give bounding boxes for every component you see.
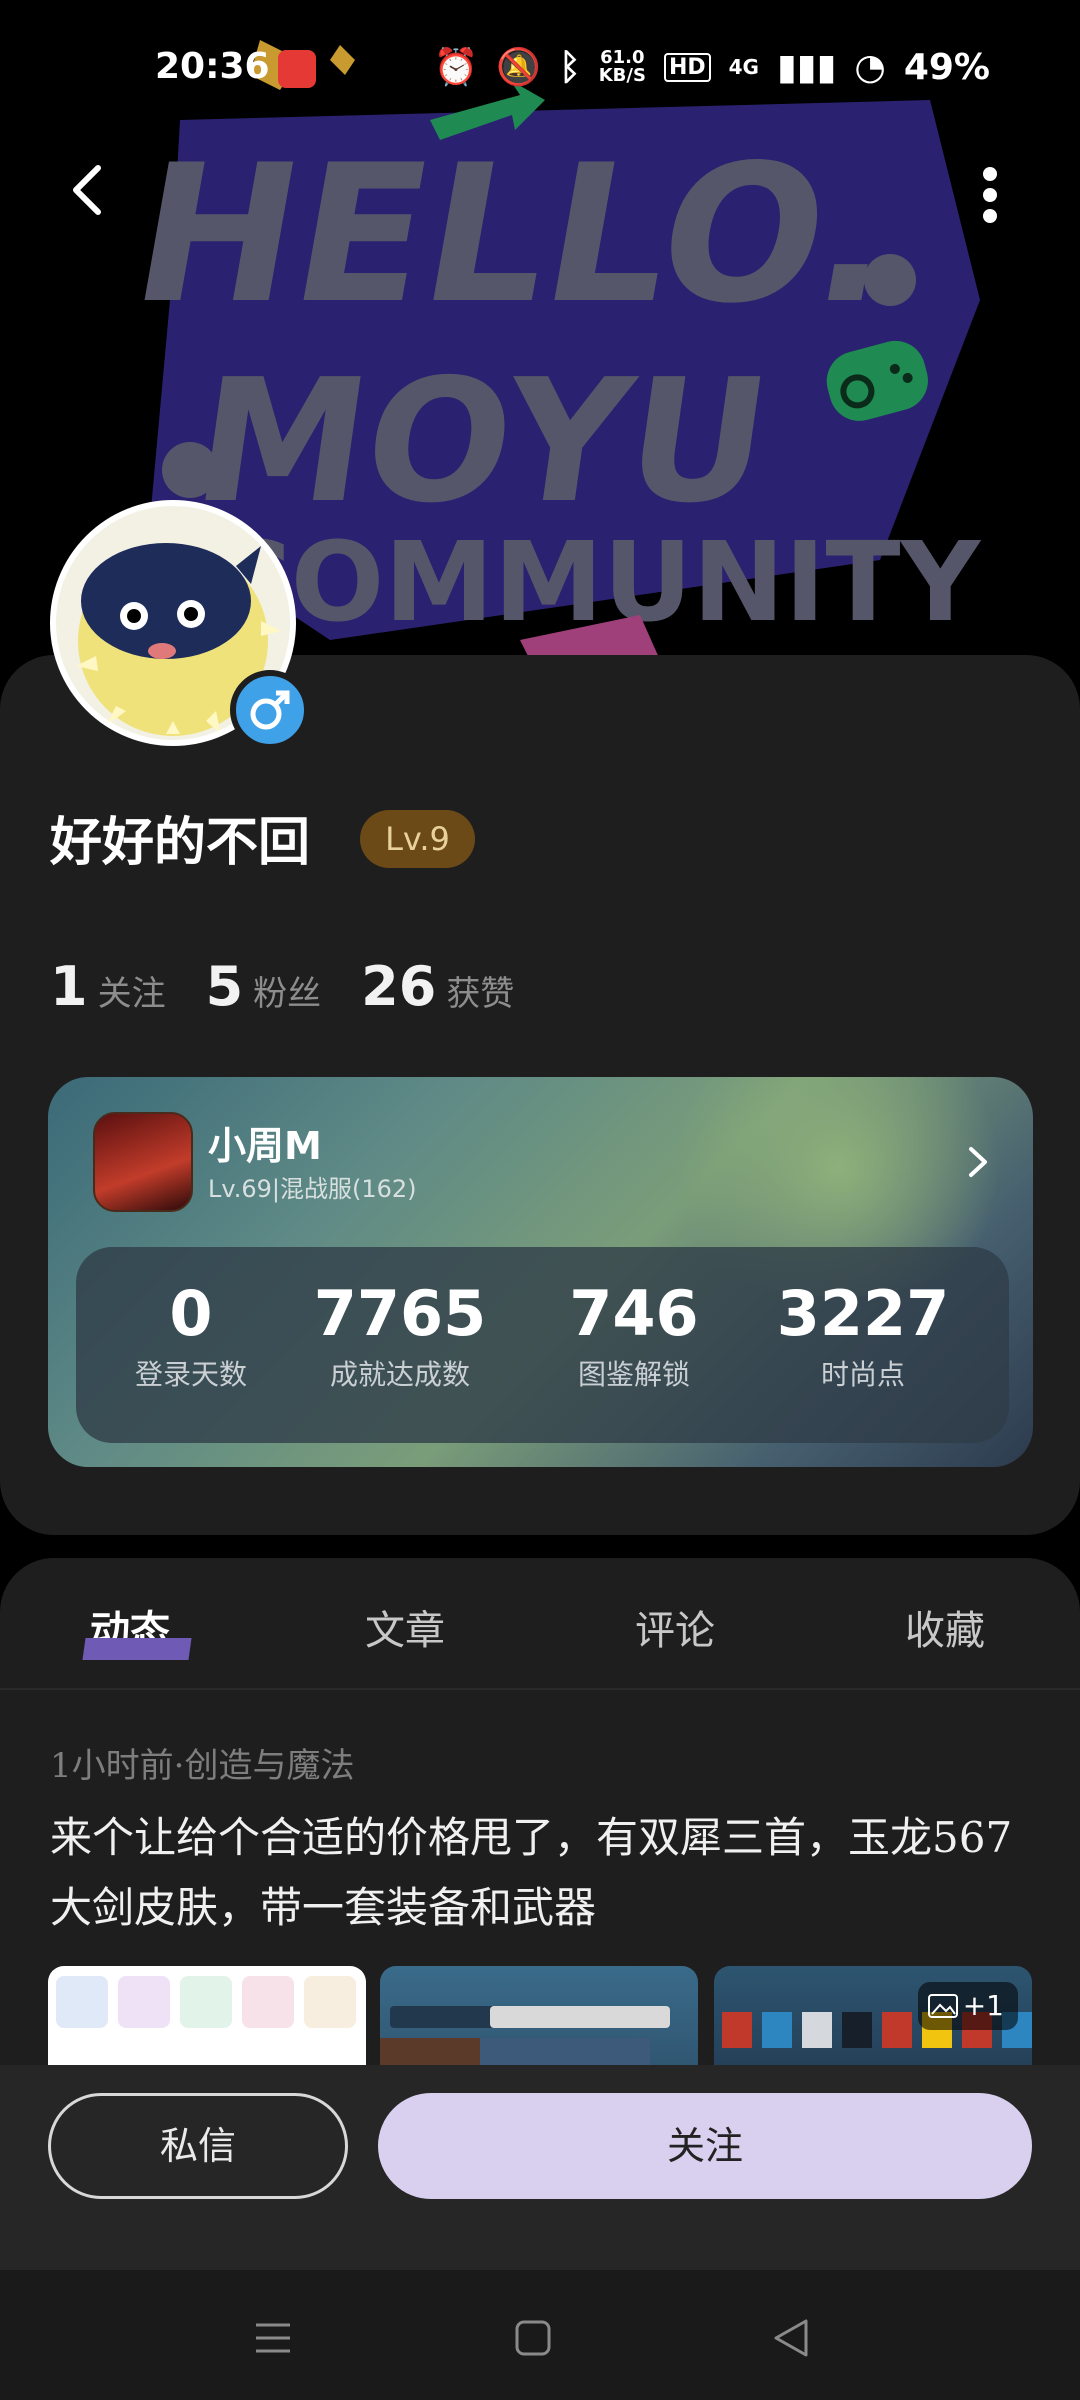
app-notification-icon bbox=[278, 50, 316, 88]
stat-login-days: 0 登录天数 bbox=[76, 1281, 306, 1393]
tab-bar: 动态 文章 评论 收藏 bbox=[0, 1558, 1080, 1690]
active-tab-indicator bbox=[82, 1638, 192, 1660]
more-options-button[interactable] bbox=[960, 160, 1020, 230]
chevron-left-icon bbox=[73, 165, 101, 215]
male-icon bbox=[250, 690, 290, 730]
bluetooth-icon: ᛒ bbox=[559, 46, 581, 88]
level-badge: Lv.9 bbox=[360, 810, 475, 868]
stat-value: 7765 bbox=[313, 1277, 487, 1350]
banner-line2: MOYU bbox=[184, 343, 781, 541]
stat-value: 746 bbox=[569, 1277, 699, 1350]
stat-achievements: 7765 成就达成数 bbox=[285, 1281, 515, 1393]
image-icon bbox=[928, 1994, 958, 2018]
alarm-icon: ⏰ bbox=[433, 47, 479, 88]
tab-articles[interactable]: 文章 bbox=[365, 1598, 445, 1656]
stat-value: 0 bbox=[169, 1277, 213, 1350]
post-text[interactable]: 来个让给个合适的价格甩了，有双犀三首，玉龙567大剑皮肤，带一套装备和武器 bbox=[50, 1803, 1030, 1943]
status-indicators: ⏰ 🔕 ᛒ 61.0 KB/S HD 4G ▮▮▮ ◔ 49% bbox=[433, 46, 990, 89]
gender-male-badge bbox=[230, 670, 310, 750]
stat-fashion: 3227 时尚点 bbox=[748, 1281, 978, 1393]
back-triangle-icon[interactable] bbox=[768, 2315, 814, 2361]
game-character-name: 小周M bbox=[208, 1124, 322, 1168]
stat-collection: 746 图鉴解锁 bbox=[519, 1281, 749, 1393]
battery-percent: 49% bbox=[903, 46, 990, 88]
status-time: 20:36 bbox=[155, 46, 270, 87]
followers-count[interactable]: 5 bbox=[206, 955, 244, 1018]
banner-line1: HELLO. bbox=[119, 124, 912, 345]
more-images-count: +1 bbox=[962, 1989, 1004, 2022]
mute-icon: 🔕 bbox=[496, 47, 542, 88]
follow-button[interactable]: 关注 bbox=[378, 2093, 1032, 2199]
message-button[interactable]: 私信 bbox=[48, 2093, 348, 2199]
back-button[interactable] bbox=[60, 160, 120, 220]
post-meta: 1小时前·创造与魔法 bbox=[50, 1746, 355, 1786]
battery-icon: ◔ bbox=[854, 46, 886, 88]
stat-value: 3227 bbox=[776, 1277, 950, 1350]
hd-icon: HD bbox=[663, 52, 711, 82]
follow-stats: 1 关注 5 粉丝 26 获赞 bbox=[50, 955, 544, 1018]
game-character-info: Lv.69|混战服(162) bbox=[208, 1175, 417, 1203]
more-vertical-icon bbox=[983, 167, 997, 223]
network-speed: 61.0 KB/S bbox=[599, 49, 646, 85]
likes-count: 26 bbox=[361, 955, 437, 1018]
game-stats-panel: 0 登录天数 7765 成就达成数 746 图鉴解锁 3227 时尚点 bbox=[76, 1247, 1009, 1443]
signal-icon: ▮▮▮ bbox=[776, 46, 837, 88]
chevron-right-icon[interactable] bbox=[963, 1137, 993, 1187]
following-count[interactable]: 1 bbox=[50, 955, 88, 1018]
home-icon[interactable] bbox=[510, 2315, 556, 2361]
more-images-badge: +1 bbox=[918, 1982, 1018, 2030]
stat-label: 图鉴解锁 bbox=[577, 1358, 690, 1391]
likes-label: 获赞 bbox=[446, 974, 515, 1014]
status-bar: 20:36 ⏰ 🔕 ᛒ 61.0 KB/S HD 4G ▮▮▮ ◔ 49% bbox=[0, 40, 1080, 100]
following-label[interactable]: 关注 bbox=[98, 966, 166, 1015]
game-role-card[interactable]: 小周M Lv.69|混战服(162) 0 登录天数 7765 成就达成数 746… bbox=[48, 1077, 1033, 1467]
menu-icon[interactable] bbox=[250, 2315, 296, 2361]
game-app-icon bbox=[93, 1112, 193, 1212]
tab-favorites[interactable]: 收藏 bbox=[905, 1598, 985, 1656]
username: 好好的不回 bbox=[50, 812, 311, 873]
stat-label: 时尚点 bbox=[820, 1358, 905, 1391]
stat-label: 成就达成数 bbox=[329, 1358, 470, 1391]
followers-label[interactable]: 粉丝 bbox=[253, 966, 321, 1015]
network-type: 4G bbox=[728, 55, 759, 79]
stat-label: 登录天数 bbox=[134, 1358, 247, 1391]
action-bar: 私信 关注 bbox=[0, 2065, 1080, 2270]
network-speed-unit: KB/S bbox=[598, 65, 646, 86]
tab-comments[interactable]: 评论 bbox=[635, 1598, 715, 1656]
system-nav-bar bbox=[0, 2270, 1080, 2400]
